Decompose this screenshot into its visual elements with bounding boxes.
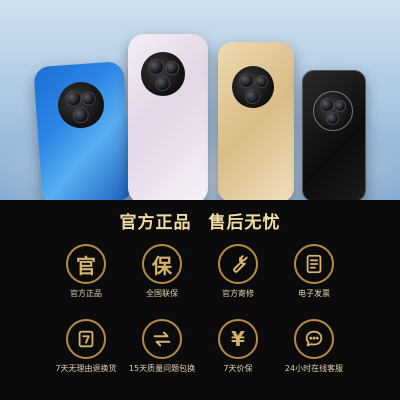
feature-label: 24小时在线客服: [284, 364, 344, 373]
feature-label: 官方正品: [70, 289, 102, 298]
slogan-worry-free: 售后无忧: [208, 213, 281, 233]
slogan: 官方正品 售后无忧: [0, 208, 400, 233]
feature-label: 全国联保: [146, 289, 178, 298]
service-grid: 官 官方正品 保 全国联保 官方寄修 电子发票 7天无理由退换货 15天质量问题…: [48, 240, 352, 390]
feature-label: 官方寄修: [222, 289, 254, 298]
feature-label: 7天价保: [223, 364, 253, 373]
chat-bubble-icon: [294, 319, 334, 359]
feature-mail-repair: 官方寄修: [200, 240, 276, 315]
feature-label: 电子发票: [298, 289, 330, 298]
camera-module: [313, 91, 353, 131]
wrench-icon: [218, 244, 258, 284]
feature-warranty: 保 全国联保: [124, 240, 200, 315]
camera-module: [141, 52, 185, 96]
feature-24h-service: 24小时在线客服: [276, 315, 352, 390]
feature-7day-return: 7天无理由退换货: [48, 315, 124, 390]
camera-module: [232, 66, 274, 108]
feature-e-invoice: 电子发票: [276, 240, 352, 315]
feature-authentic: 官 官方正品: [48, 240, 124, 315]
bao-character-icon: 保: [142, 244, 182, 284]
seven-day-return-icon: [66, 319, 106, 359]
phone-white: [128, 34, 208, 200]
feature-label: 7天无理由退换货: [55, 364, 117, 373]
camera-module: [56, 80, 106, 130]
slogan-authentic: 官方正品: [119, 213, 192, 233]
feature-15day-exchange: 15天质量问题包换: [124, 315, 200, 390]
feature-label: 15天质量问题包换: [128, 364, 196, 373]
guan-character-icon: 官: [66, 244, 106, 284]
product-hero-banner: [0, 0, 400, 200]
invoice-icon: [294, 244, 334, 284]
phone-black: [302, 70, 366, 200]
price-protect-yen-icon: ¥: [218, 319, 258, 359]
phone-gold: [218, 42, 294, 200]
feature-price-protect: ¥ 7天价保: [200, 315, 276, 390]
exchange-arrows-icon: [142, 319, 182, 359]
phone-blue: [33, 61, 133, 200]
